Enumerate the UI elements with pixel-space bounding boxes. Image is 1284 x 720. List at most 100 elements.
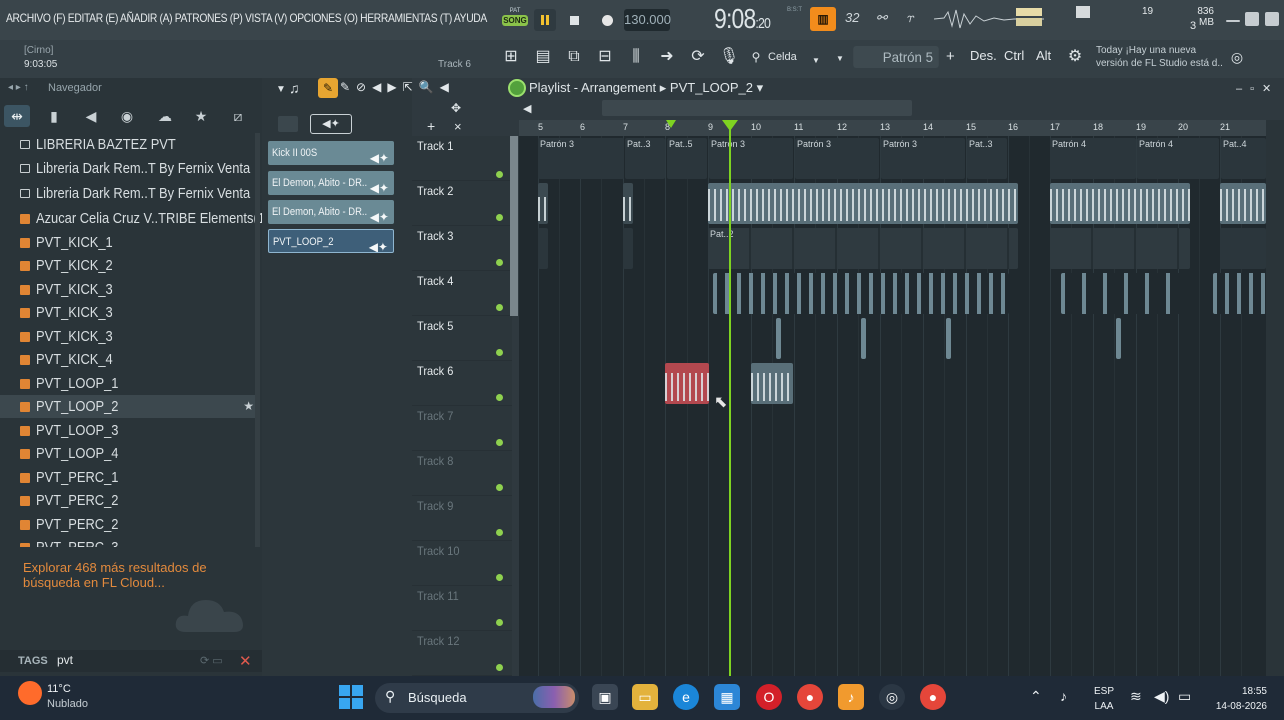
list-item[interactable]: PVT_KICK_4	[0, 348, 258, 371]
draw-tool-icon[interactable]: ✎	[318, 78, 338, 98]
playlist-menu-arrow[interactable]: ▼	[276, 84, 286, 95]
store-icon[interactable]: ▦	[714, 684, 740, 710]
tags-search-input[interactable]: pvt	[57, 653, 73, 667]
picker-toggle-icon[interactable]	[278, 116, 298, 132]
move-icon[interactable]: ✥	[451, 101, 461, 115]
pattern-clip[interactable]: Patrón 3	[795, 138, 879, 179]
pattern-clip[interactable]: Patrón 3	[709, 138, 793, 179]
ctrl-key-button[interactable]: Ctrl	[1004, 48, 1024, 63]
pattern-clip[interactable]: Pat..2	[708, 228, 1018, 269]
picker-clip[interactable]: El Demon, Abito - DR.. ◀✦	[268, 171, 394, 195]
file-explorer-icon[interactable]: ▭	[632, 684, 658, 710]
clear-tags-icon[interactable]: ✕	[239, 652, 252, 670]
picker-clip[interactable]: Kick II 00S ◀✦	[268, 141, 394, 165]
arrow-right-icon[interactable]: ➜	[656, 46, 678, 68]
battery-icon[interactable]: ▭	[1178, 688, 1191, 705]
channel-rack-icon[interactable]: ▤	[532, 46, 554, 68]
refresh-tags-icon[interactable]: ⟳ ▭	[200, 654, 223, 667]
browser-files-icon[interactable]: ▮	[41, 105, 67, 127]
main-menu[interactable]: ARCHIVO (F) EDITAR (E) AÑADIR (A) PATRON…	[6, 11, 487, 25]
list-item[interactable]: Azucar Celia Cruz V..TRIBE Elements(1)	[0, 207, 262, 230]
audio-clip[interactable]	[946, 318, 951, 359]
metronome-icon[interactable]: ⥾	[906, 10, 913, 26]
pattern-dropdown-icon[interactable]: ▼	[836, 54, 844, 63]
playhead[interactable]	[729, 120, 731, 676]
browser-scrollbar[interactable]	[255, 133, 260, 547]
picker-audio-icon[interactable]: ◀✦	[310, 114, 352, 134]
delete-track-icon[interactable]: ×	[454, 119, 462, 134]
pattern-clip[interactable]	[1050, 228, 1190, 269]
pattern-clip[interactable]	[623, 228, 633, 269]
maximize-icon[interactable]	[1245, 12, 1259, 26]
pattern-clip[interactable]: Pat..3	[625, 138, 665, 179]
vertical-scrollbar[interactable]	[1266, 120, 1284, 676]
fl-studio-icon[interactable]: ♪	[838, 684, 864, 710]
snap-selector[interactable]: Celda	[768, 51, 797, 63]
fl-cloud-link[interactable]: Explorar 468 más resultados de búsqueda …	[23, 560, 223, 590]
chrome-icon[interactable]: ●	[797, 684, 823, 710]
track-header[interactable]: Track 9	[412, 496, 512, 541]
scroll-left-icon[interactable]: ◀	[523, 102, 531, 115]
list-item[interactable]: PVT_LOOP_3	[0, 419, 258, 442]
list-item[interactable]: PVT_PERC_2	[0, 513, 258, 536]
opera-icon[interactable]: O	[756, 684, 782, 710]
pattern-clip[interactable]: Pat..5	[667, 138, 707, 179]
list-item[interactable]: Libreria Dark Rem..T By Fernix Venta	[0, 182, 258, 205]
list-item[interactable]: PVT_KICK_2	[0, 254, 258, 277]
headphones-icon[interactable]: ♫	[289, 80, 300, 96]
browser-speaker-icon[interactable]: ◀	[78, 105, 104, 127]
track-active-led[interactable]	[496, 304, 503, 311]
audio-clip[interactable]	[1116, 318, 1121, 359]
search-placeholder[interactable]: Búsqueda	[408, 690, 467, 705]
plugin-icon[interactable]: ⫼	[625, 46, 647, 68]
track-active-led[interactable]	[496, 574, 503, 581]
track-scrollbar[interactable]	[510, 136, 518, 316]
start-button[interactable]	[339, 685, 363, 709]
audio-clip[interactable]	[751, 363, 793, 404]
track-header[interactable]: Track 12	[412, 631, 512, 676]
track-active-led[interactable]	[496, 214, 503, 221]
audio-clip[interactable]	[861, 318, 866, 359]
task-view-icon[interactable]: ▣	[592, 684, 618, 710]
audio-clip[interactable]	[623, 183, 633, 224]
news-icon[interactable]: ◎	[1226, 46, 1248, 68]
pattern-selector[interactable]: Patrón 5	[853, 46, 939, 68]
track-header[interactable]: Track 5	[412, 316, 512, 361]
audio-clip[interactable]	[1213, 273, 1266, 314]
playhead-marker[interactable]	[722, 120, 738, 131]
pattern-clip[interactable]: Pat..4	[1221, 138, 1266, 179]
list-item[interactable]: PVT_KICK_3	[0, 301, 258, 324]
typing-keyboard-icon[interactable]: ▥	[810, 7, 836, 31]
track-active-led[interactable]	[496, 349, 503, 356]
track-active-led[interactable]	[496, 259, 503, 266]
list-item[interactable]: PVT_LOOP_4	[0, 442, 258, 465]
news-panel[interactable]: Today ¡Hay una nueva versión de FL Studi…	[1096, 44, 1226, 70]
audio-clip[interactable]	[538, 183, 548, 224]
browser-folder-icon[interactable]: ⧄	[225, 105, 251, 127]
track-header[interactable]: Track 11	[412, 586, 512, 631]
audio-clip[interactable]	[713, 273, 1009, 314]
list-item[interactable]: PVT_KICK_1	[0, 231, 258, 254]
track-active-led[interactable]	[496, 619, 503, 626]
add-track-icon[interactable]: +	[427, 118, 435, 134]
track-header[interactable]: Track 7	[412, 406, 512, 451]
audio-clip[interactable]	[776, 318, 781, 359]
playlist-icon[interactable]: ⊞	[500, 46, 522, 68]
list-item[interactable]: PVT_PERC_2	[0, 489, 258, 512]
weather-icon[interactable]	[18, 681, 42, 705]
shift-key-button[interactable]: Des.	[970, 48, 997, 63]
minimize-icon[interactable]	[1226, 20, 1240, 22]
pattern-clip[interactable]	[538, 228, 548, 269]
audio-clip[interactable]	[1220, 183, 1266, 224]
song-position[interactable]: 9:08:20	[714, 3, 771, 35]
pause-button[interactable]	[534, 9, 556, 31]
alt-key-button[interactable]: Alt	[1036, 48, 1051, 63]
piano-roll-icon[interactable]: ⧉	[563, 46, 585, 68]
track-active-led[interactable]	[496, 484, 503, 491]
audio-clip-selected[interactable]	[665, 363, 709, 404]
pattern-clip[interactable]	[1220, 228, 1266, 269]
track-header[interactable]: Track 3	[412, 226, 512, 271]
loop-start-marker[interactable]	[666, 120, 676, 128]
weather-desc[interactable]: Nublado	[47, 698, 88, 710]
cpu-chip-icon[interactable]: ⚙	[1064, 46, 1086, 68]
